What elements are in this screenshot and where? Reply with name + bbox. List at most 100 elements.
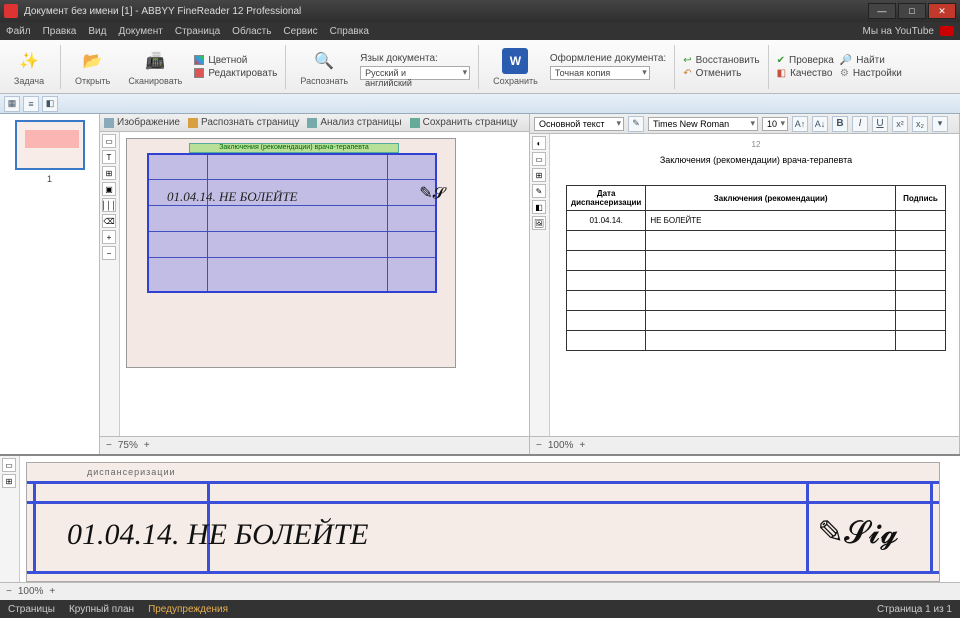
menu-help[interactable]: Справка: [330, 26, 369, 37]
menu-view[interactable]: Вид: [88, 26, 106, 37]
color-mode[interactable]: Цветной: [194, 55, 277, 66]
recognized-document[interactable]: 12 Заключения (рекомендации) врача-терап…: [556, 140, 956, 400]
find-button[interactable]: 🔎Найти: [840, 55, 902, 66]
zoom-in-z[interactable]: +: [49, 586, 55, 597]
status-warnings[interactable]: Предупреждения: [148, 604, 228, 615]
cell-text[interactable]: НЕ БОЛЕЙТЕ: [646, 211, 896, 231]
tool-pointer[interactable]: ▭: [102, 134, 116, 148]
wand-icon: ✨: [16, 48, 42, 74]
t-tool-4[interactable]: ✎: [532, 184, 546, 198]
youtube-link[interactable]: Мы на YouTube: [863, 26, 934, 37]
tool-add[interactable]: +: [102, 230, 116, 244]
italic-button[interactable]: I: [852, 116, 868, 132]
tool-eraser[interactable]: ⌫: [102, 214, 116, 228]
app-icon: [4, 4, 18, 18]
qb-thumb[interactable]: ▦: [4, 96, 20, 112]
superscript-button[interactable]: x²: [892, 116, 908, 132]
col-conclusion: Заключения (рекомендации): [646, 186, 896, 211]
menu-document[interactable]: Документ: [118, 26, 162, 37]
font-select[interactable]: Times New Roman: [648, 117, 758, 131]
image-pane-title: Изображение: [117, 117, 180, 128]
lang-label: Язык документа:: [360, 53, 438, 64]
style-edit-icon[interactable]: ✎: [628, 116, 644, 132]
folder-icon: 📂: [80, 48, 106, 74]
open-button[interactable]: 📂 Открыть: [69, 46, 116, 88]
underline-button[interactable]: U: [872, 116, 888, 132]
recognize-page[interactable]: Распознать страницу: [188, 117, 299, 128]
layout-label: Оформление документа:: [550, 53, 666, 64]
t-tool-5[interactable]: ◧: [532, 200, 546, 214]
t-tool-6[interactable]: 🖼: [532, 216, 546, 230]
tool-table[interactable]: ⊞: [102, 166, 116, 180]
scanned-image[interactable]: Заключения (рекомендации) врача-терапевт…: [126, 138, 456, 368]
close-button[interactable]: ✕: [928, 3, 956, 19]
edit-image[interactable]: Редактировать: [194, 68, 277, 79]
handwriting: 01.04.14. НЕ БОЛЕЙТЕ: [167, 189, 298, 205]
quality-button[interactable]: ◧Качество: [777, 68, 834, 79]
qb-prop[interactable]: ◧: [42, 96, 58, 112]
minimize-button[interactable]: —: [868, 3, 896, 19]
z-tool-2[interactable]: ⊞: [2, 474, 16, 488]
youtube-icon[interactable]: [940, 26, 954, 36]
doc-table[interactable]: Дата диспансеризации Заключения (рекомен…: [566, 185, 946, 351]
color-icon: [194, 55, 204, 65]
table-area-overlay[interactable]: Заключения (рекомендации) врача-терапевт…: [147, 153, 437, 293]
shrink-font[interactable]: A↓: [812, 116, 828, 132]
scanner-icon: 📠: [142, 48, 168, 74]
size-select[interactable]: 10: [762, 117, 788, 131]
bold-button[interactable]: B: [832, 116, 848, 132]
zoom-out-z[interactable]: −: [6, 586, 12, 597]
status-pageinfo: Страница 1 из 1: [877, 604, 952, 615]
more-format[interactable]: ▾: [932, 116, 948, 132]
style-select[interactable]: Основной текст: [534, 117, 624, 131]
check-button[interactable]: ✔Проверка: [777, 55, 834, 66]
zoom-out-img[interactable]: −: [106, 440, 112, 451]
doc-page-number: 12: [556, 140, 956, 149]
maximize-button[interactable]: □: [898, 3, 926, 19]
cell-sign[interactable]: [896, 211, 946, 231]
layout-select[interactable]: Точная копия: [550, 66, 650, 80]
save-button[interactable]: W Сохранить: [487, 46, 544, 88]
area-header: Заключения (рекомендации) врача-терапевт…: [189, 143, 399, 153]
analyze-page[interactable]: Анализ страницы: [307, 117, 401, 128]
task-button[interactable]: ✨ Задача: [6, 46, 52, 88]
tool-del[interactable]: −: [102, 246, 116, 260]
tool-image[interactable]: ▣: [102, 182, 116, 196]
restore-button[interactable]: ↩Восстановить: [683, 55, 759, 66]
tool-barcode[interactable]: │││: [102, 198, 116, 212]
status-pages[interactable]: Страницы: [8, 604, 55, 615]
t-tool-2[interactable]: ▭: [532, 152, 546, 166]
edit-icon: [194, 68, 204, 78]
zoom-out-txt[interactable]: −: [536, 440, 542, 451]
read-button[interactable]: 🔍 Распознать: [294, 46, 354, 88]
qb-list[interactable]: ≡: [23, 96, 39, 112]
tool-text[interactable]: T: [102, 150, 116, 164]
lang-select[interactable]: Русский и английский: [360, 66, 470, 80]
zoom-image[interactable]: диспансеризации 01.04.14. НЕ БОЛЕЙТЕ ✎𝓢𝓲…: [26, 462, 940, 582]
zoom-in-txt[interactable]: +: [579, 440, 585, 451]
zoom-value-z: 100%: [18, 586, 44, 597]
menu-file[interactable]: Файл: [6, 26, 31, 37]
undo-button[interactable]: ↶Отменить: [683, 68, 759, 79]
save-page[interactable]: Сохранить страницу: [410, 117, 518, 128]
read-icon: 🔍: [311, 48, 337, 74]
z-tool-1[interactable]: ▭: [2, 458, 16, 472]
col-date: Дата диспансеризации: [567, 186, 646, 211]
menu-area[interactable]: Область: [232, 26, 271, 37]
menu-edit[interactable]: Правка: [43, 26, 77, 37]
scan-button[interactable]: 📠 Сканировать: [122, 46, 188, 88]
zoom-value-img: 75%: [118, 440, 138, 451]
menu-page[interactable]: Страница: [175, 26, 220, 37]
zoom-in-img[interactable]: +: [144, 440, 150, 451]
menu-service[interactable]: Сервис: [283, 26, 317, 37]
subscript-button[interactable]: x₂: [912, 116, 928, 132]
t-tool-1[interactable]: ◐: [532, 136, 546, 150]
page-thumbnail[interactable]: [15, 120, 85, 170]
settings-button[interactable]: ⚙Настройки: [840, 68, 902, 79]
t-tool-3[interactable]: ⊞: [532, 168, 546, 182]
word-icon: W: [502, 48, 528, 74]
grow-font[interactable]: A↑: [792, 116, 808, 132]
status-closeup[interactable]: Крупный план: [69, 604, 134, 615]
cell-date[interactable]: 01.04.14.: [567, 211, 646, 231]
image-icon: [104, 118, 114, 128]
